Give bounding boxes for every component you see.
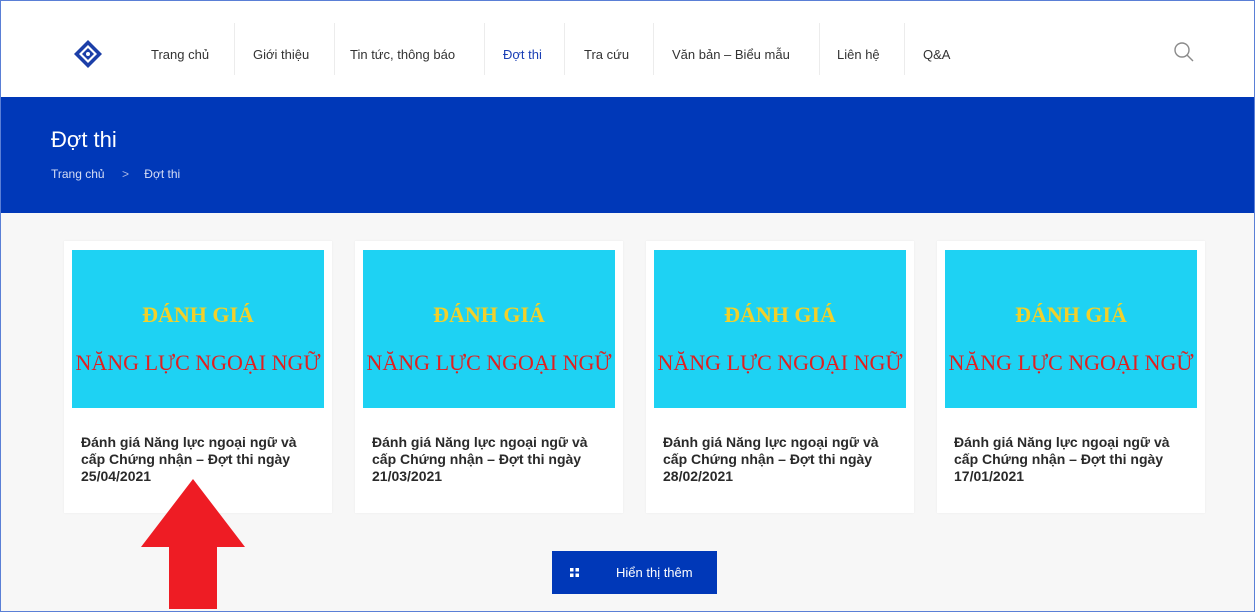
nav-divider xyxy=(904,23,905,75)
nav-item-about[interactable]: Giới thiệu xyxy=(253,47,309,62)
nav-item-qa[interactable]: Q&A xyxy=(923,47,950,62)
card-title-link[interactable]: Đánh giá Năng lực ngoại ngữ và cấp Chứng… xyxy=(372,434,612,485)
nav-item-home[interactable]: Trang chủ xyxy=(151,47,209,62)
top-navigation: Trang chủ Giới thiệu Tin tức, thông báo … xyxy=(1,1,1254,97)
page-frame: Trang chủ Giới thiệu Tin tức, thông báo … xyxy=(0,0,1255,612)
thumbnail-heading: ĐÁNH GIÁ xyxy=(724,302,836,327)
nav-divider xyxy=(234,23,235,75)
search-icon[interactable] xyxy=(1173,41,1195,63)
thumbnail-heading: ĐÁNH GIÁ xyxy=(1015,302,1127,327)
grid-icon xyxy=(570,568,579,577)
nav-divider xyxy=(564,23,565,75)
exam-round-card[interactable]: ĐÁNH GIÁ NĂNG LỰC NGOẠI NGỮ Đánh giá Năn… xyxy=(937,241,1205,513)
nav-divider xyxy=(819,23,820,75)
card-thumbnail[interactable]: ĐÁNH GIÁ NĂNG LỰC NGOẠI NGỮ xyxy=(72,250,324,408)
nav-item-exam-rounds[interactable]: Đợt thi xyxy=(503,47,542,62)
card-thumbnail[interactable]: ĐÁNH GIÁ NĂNG LỰC NGOẠI NGỮ xyxy=(945,250,1197,408)
red-up-arrow-annotation xyxy=(141,479,245,609)
nav-item-contact[interactable]: Liên hệ xyxy=(837,47,880,62)
logo-icon[interactable] xyxy=(73,39,103,69)
breadcrumb-home-link[interactable]: Trang chủ xyxy=(51,167,105,181)
thumbnail-subheading: NĂNG LỰC NGOẠI NGỮ xyxy=(657,350,903,375)
thumbnail-heading: ĐÁNH GIÁ xyxy=(142,302,254,327)
page-banner: Đợt thi Trang chủ > Đợt thi xyxy=(1,97,1254,213)
exam-round-card[interactable]: ĐÁNH GIÁ NĂNG LỰC NGOẠI NGỮ Đánh giá Năn… xyxy=(355,241,623,513)
card-title-link[interactable]: Đánh giá Năng lực ngoại ngữ và cấp Chứng… xyxy=(954,434,1194,485)
page-title: Đợt thi xyxy=(51,127,117,152)
exam-round-card[interactable]: ĐÁNH GIÁ NĂNG LỰC NGOẠI NGỮ Đánh giá Năn… xyxy=(646,241,914,513)
card-thumbnail[interactable]: ĐÁNH GIÁ NĂNG LỰC NGOẠI NGỮ xyxy=(654,250,906,408)
load-more-label: Hiển thị thêm xyxy=(616,565,693,580)
thumbnail-subheading: NĂNG LỰC NGOẠI NGỮ xyxy=(75,350,321,375)
thumbnail-subheading: NĂNG LỰC NGOẠI NGỮ xyxy=(948,350,1194,375)
exam-round-card[interactable]: ĐÁNH GIÁ NĂNG LỰC NGOẠI NGỮ Đánh giá Năn… xyxy=(64,241,332,513)
thumbnail-subheading: NĂNG LỰC NGOẠI NGỮ xyxy=(366,350,612,375)
breadcrumb: Trang chủ > Đợt thi xyxy=(51,167,180,181)
nav-divider xyxy=(653,23,654,75)
nav-item-documents[interactable]: Văn bản – Biểu mẫu xyxy=(672,47,790,62)
nav-item-news[interactable]: Tin tức, thông báo xyxy=(350,47,455,62)
nav-item-lookup[interactable]: Tra cứu xyxy=(584,47,629,62)
card-thumbnail[interactable]: ĐÁNH GIÁ NĂNG LỰC NGOẠI NGỮ xyxy=(363,250,615,408)
nav-divider xyxy=(334,23,335,75)
breadcrumb-current: Đợt thi xyxy=(144,167,181,181)
load-more-button[interactable]: Hiển thị thêm xyxy=(552,551,717,594)
card-title-link[interactable]: Đánh giá Năng lực ngoại ngữ và cấp Chứng… xyxy=(81,434,321,485)
card-title-link[interactable]: Đánh giá Năng lực ngoại ngữ và cấp Chứng… xyxy=(663,434,903,485)
nav-divider xyxy=(484,23,485,75)
thumbnail-heading: ĐÁNH GIÁ xyxy=(433,302,545,327)
breadcrumb-separator: > xyxy=(121,167,129,181)
